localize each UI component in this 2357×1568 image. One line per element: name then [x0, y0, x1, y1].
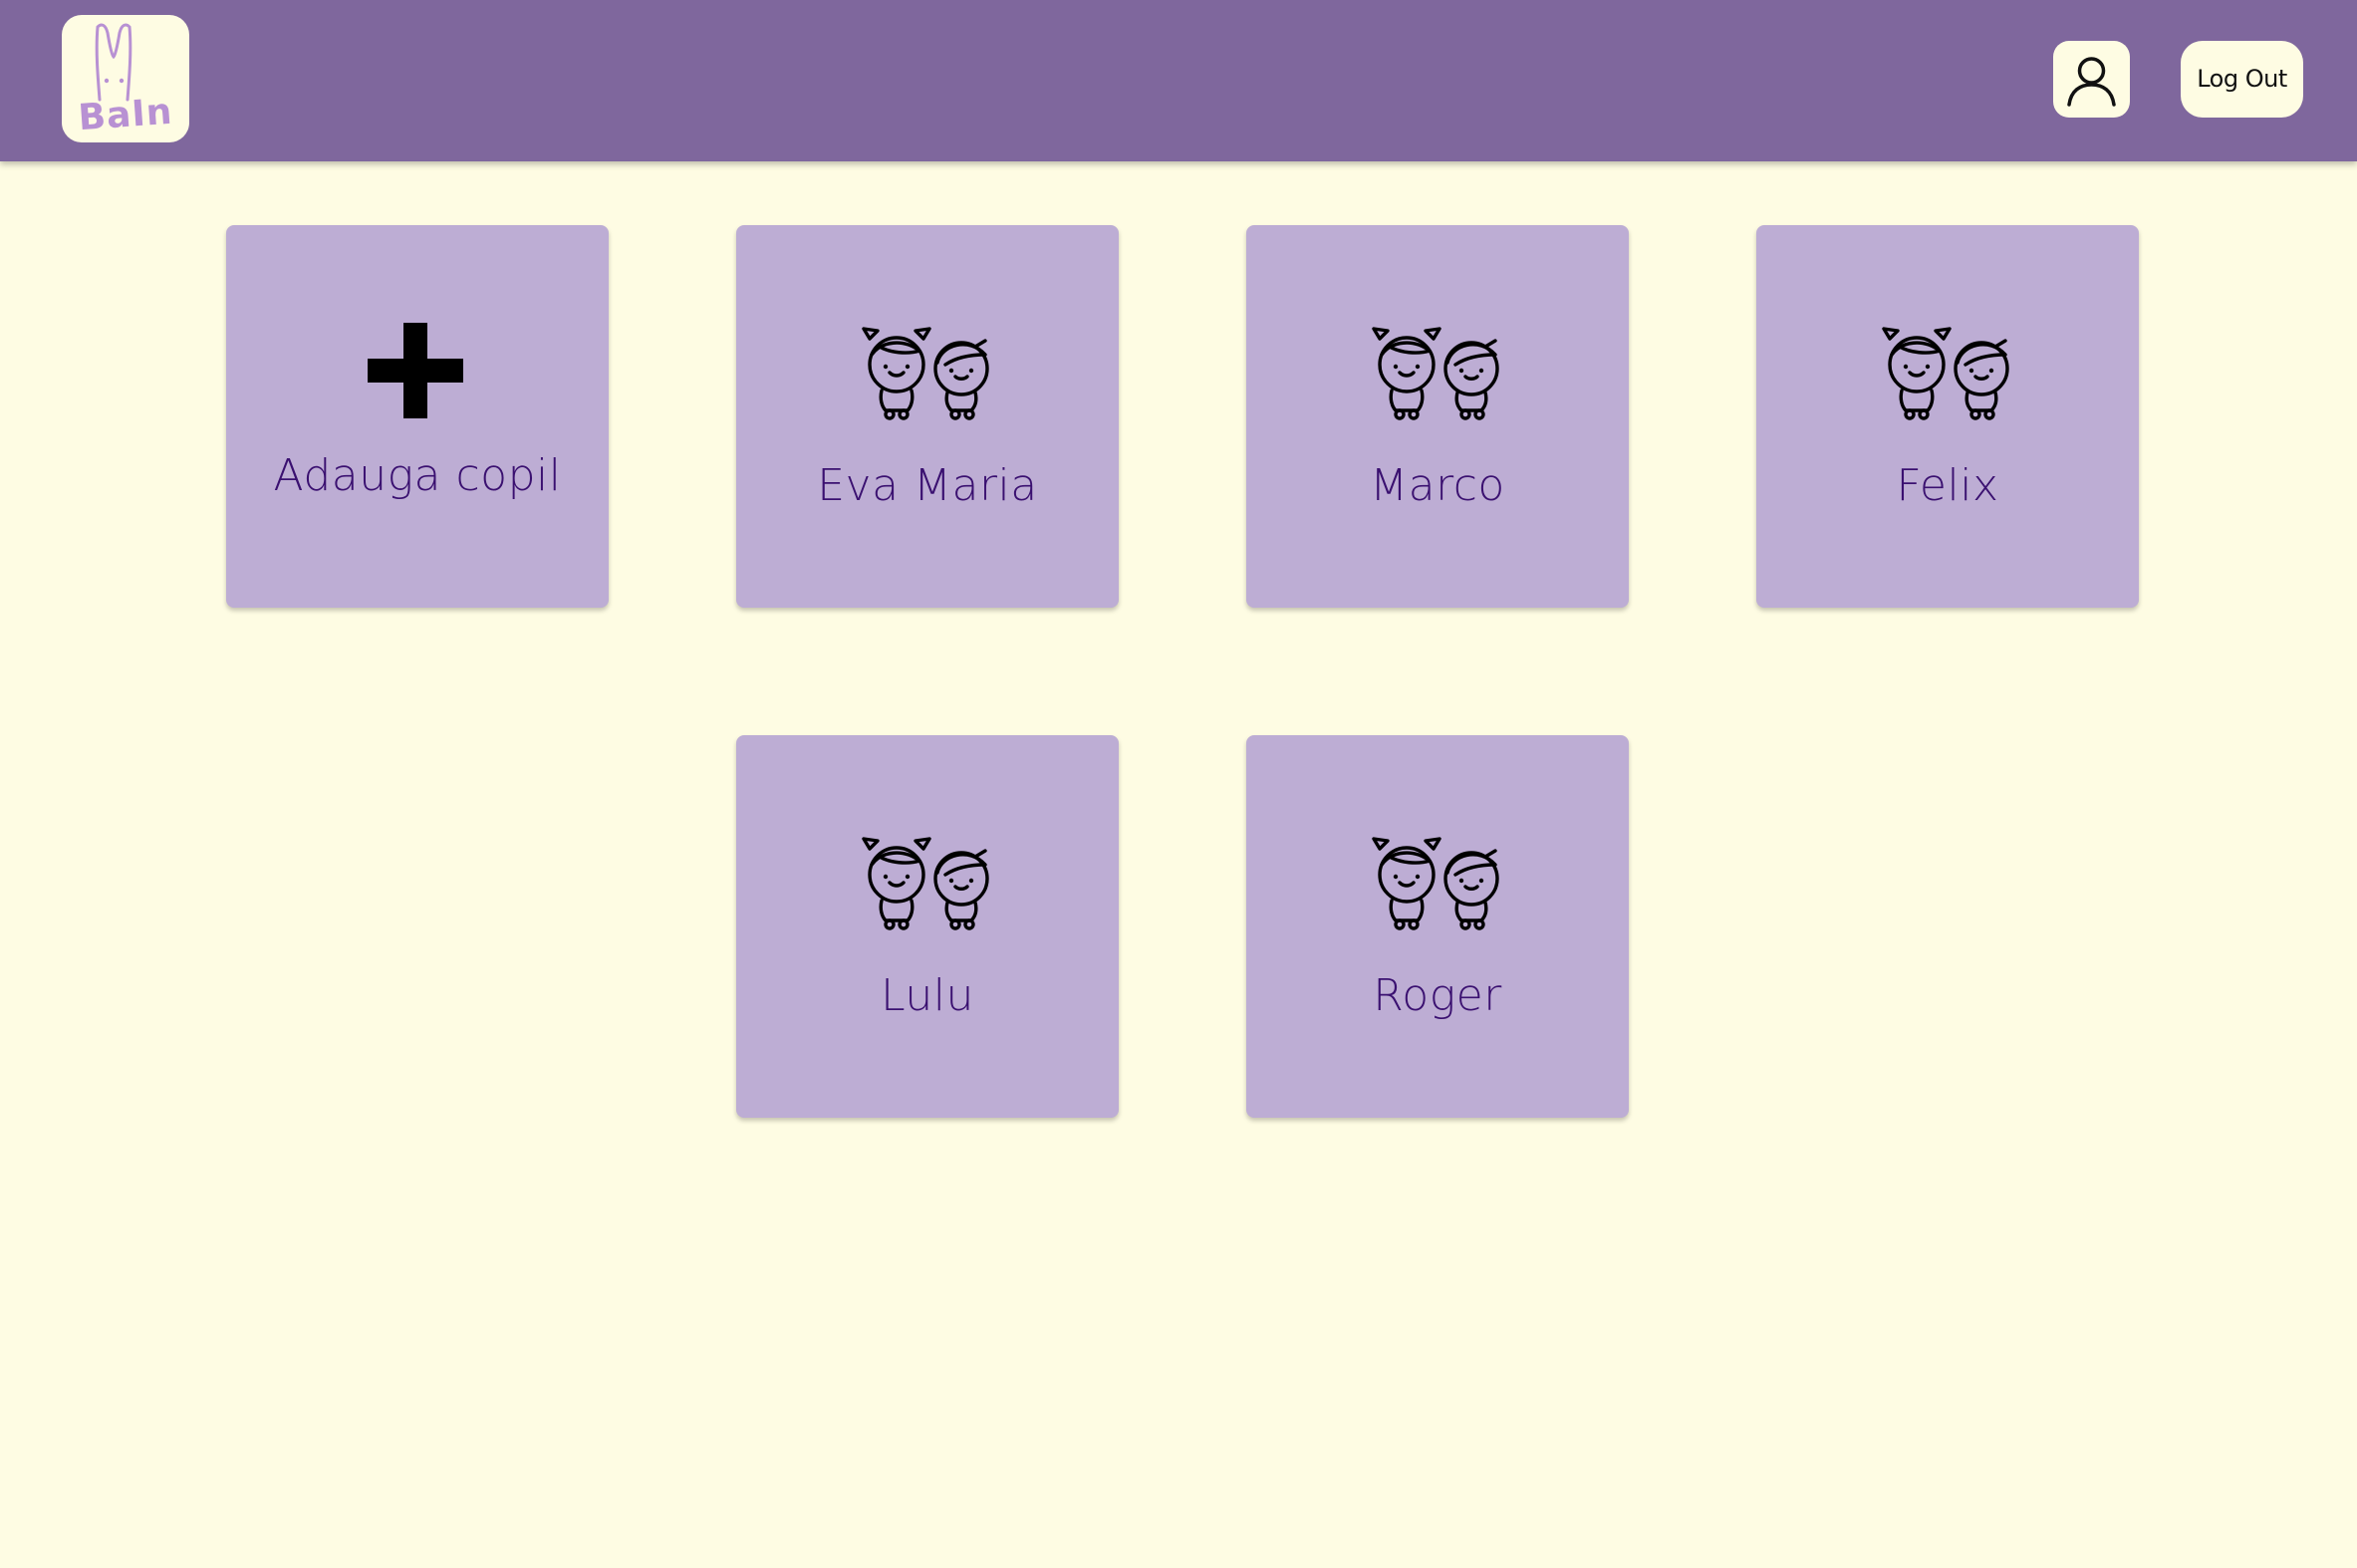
child-card-roger[interactable]: Roger: [1246, 735, 1629, 1118]
user-outline-icon: [2067, 57, 2116, 107]
app-logo[interactable]: BaIn: [62, 15, 189, 142]
child-card-eva-maria[interactable]: Eva Maria: [736, 225, 1119, 608]
children-icon: [1372, 837, 1499, 930]
profile-button[interactable]: [2053, 41, 2130, 118]
children-icon: [1372, 327, 1499, 420]
children-icon: [862, 327, 989, 420]
logout-button[interactable]: Log Out: [2181, 41, 2303, 118]
top-bar: BaIn Log Out: [0, 0, 2357, 161]
children-icon: [862, 837, 989, 930]
child-card-lulu[interactable]: Lulu: [736, 735, 1119, 1118]
child-name: Eva Maria: [817, 460, 1038, 511]
plus-icon: [368, 323, 463, 418]
add-child-label: Adauga copil: [273, 450, 562, 501]
child-name: Marco: [1370, 460, 1505, 511]
children-icon: [1882, 327, 2009, 420]
child-name: Roger: [1373, 970, 1502, 1021]
child-card-felix[interactable]: Felix: [1756, 225, 2139, 608]
child-name: Felix: [1896, 460, 1999, 511]
child-name: Lulu: [881, 970, 974, 1021]
child-card-marco[interactable]: Marco: [1246, 225, 1629, 608]
add-child-card[interactable]: Adauga copil: [226, 225, 609, 608]
